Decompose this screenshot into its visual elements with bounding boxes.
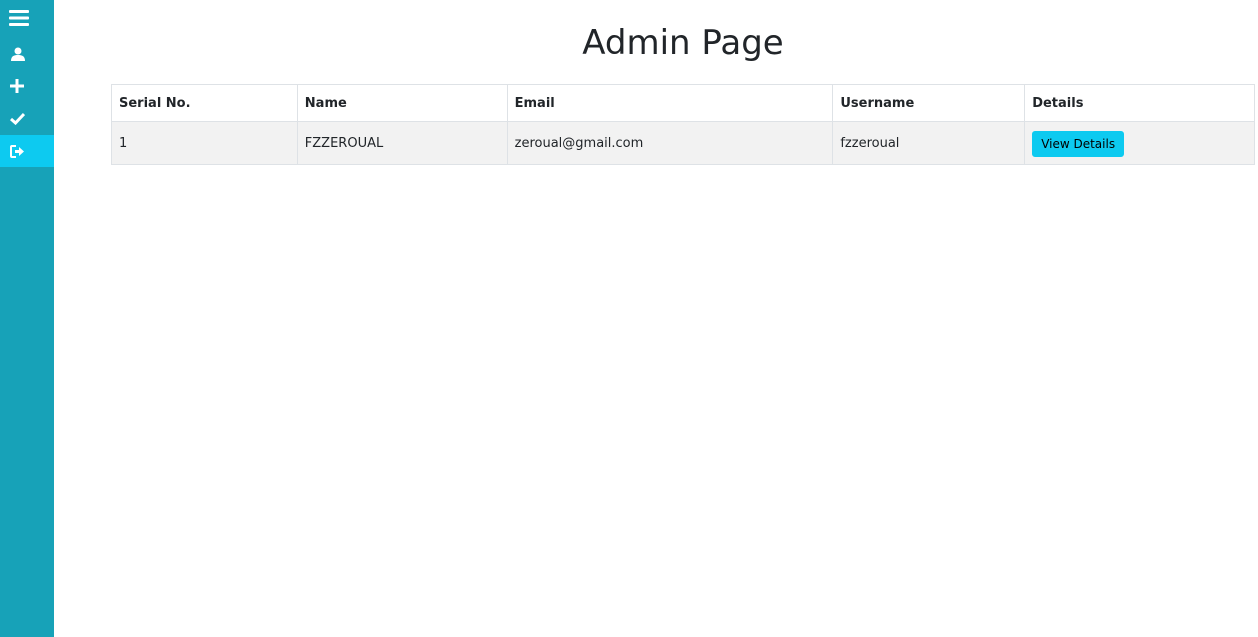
plus-icon	[10, 79, 24, 93]
column-header-username: Username	[832, 84, 1026, 122]
table-row: 1 FZZEROUAL zeroual@gmail.com fzzeroual …	[111, 121, 1255, 165]
users-table: Serial No. Name Email Username Details 1…	[111, 84, 1255, 165]
menu-icon	[9, 10, 29, 26]
sidebar	[0, 0, 54, 637]
cell-username: fzzeroual	[832, 121, 1026, 165]
sidebar-item-profile[interactable]	[0, 38, 54, 70]
cell-serial: 1	[111, 121, 298, 165]
sidebar-item-menu[interactable]	[0, 2, 54, 34]
user-icon	[11, 47, 25, 61]
sidebar-item-logout[interactable]	[0, 135, 54, 167]
column-header-serial: Serial No.	[111, 84, 298, 122]
view-details-button[interactable]: View Details	[1032, 131, 1125, 157]
table-header-row: Serial No. Name Email Username Details	[111, 84, 1255, 122]
column-header-details: Details	[1024, 84, 1255, 122]
cell-details: View Details	[1024, 121, 1255, 165]
sign-out-icon	[10, 144, 24, 158]
column-header-name: Name	[296, 84, 508, 122]
cell-email: zeroual@gmail.com	[506, 121, 834, 165]
sidebar-item-approve[interactable]	[0, 102, 54, 134]
main-content: Admin Page Serial No. Name Email Usernam…	[54, 0, 1258, 637]
page-title: Admin Page	[582, 23, 784, 63]
column-header-email: Email	[506, 84, 834, 122]
sidebar-item-add[interactable]	[0, 70, 54, 102]
check-icon	[10, 112, 25, 125]
cell-name: FZZEROUAL	[296, 121, 508, 165]
